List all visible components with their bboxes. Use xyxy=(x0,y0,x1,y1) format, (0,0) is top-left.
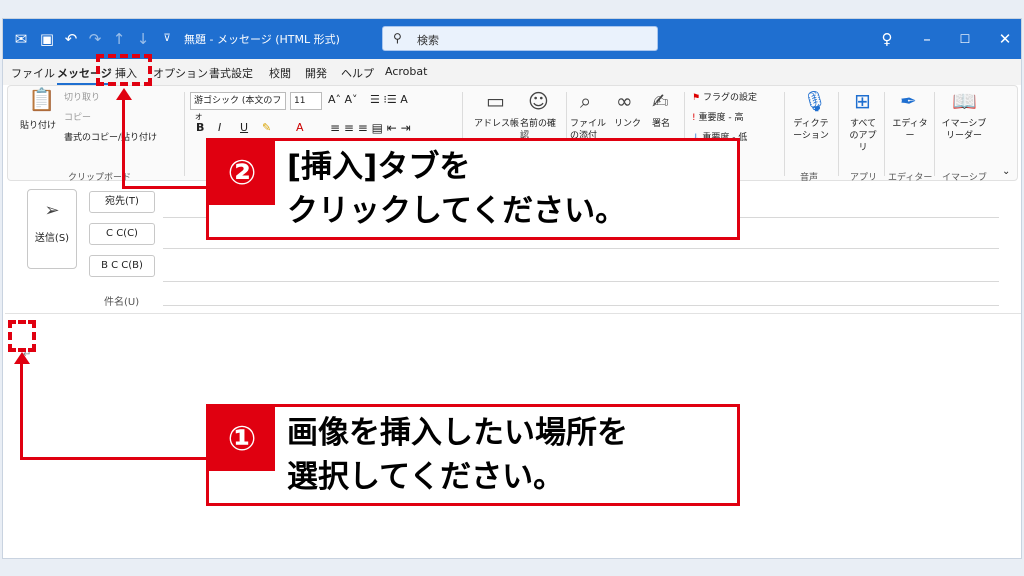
tab-review[interactable]: 校閲 xyxy=(269,65,291,81)
title-bar: ✉ ▣ ↶ ↷ ↑ ↓ ⊽ 無題 - メッセージ (HTML 形式) ⚲ 検索 … xyxy=(3,19,1021,59)
minimize-icon[interactable]: – xyxy=(917,29,937,49)
highlight-icon[interactable]: ✎ xyxy=(262,122,271,134)
up-icon[interactable]: ↑ xyxy=(109,29,129,49)
follow-up-label: フラグの設定 xyxy=(702,93,757,103)
copy-button[interactable]: コピー xyxy=(64,112,91,124)
flag-icon: ⚑ xyxy=(692,93,701,103)
tab-file[interactable]: ファイル xyxy=(11,65,55,81)
bcc-button[interactable]: B C C(B) xyxy=(89,255,155,277)
separator xyxy=(184,92,185,176)
body-separator xyxy=(5,313,1021,314)
connector-line xyxy=(122,186,208,189)
apps-grid-icon: ⊞ xyxy=(854,89,871,113)
editor-button[interactable]: エディター xyxy=(892,118,928,142)
bcc-field[interactable] xyxy=(163,281,999,282)
send-button[interactable]: ➢ 送信(S) xyxy=(27,189,77,269)
body-position-highlight xyxy=(8,320,36,352)
connector-line xyxy=(20,457,208,460)
cut-button[interactable]: 切り取り xyxy=(64,92,100,104)
search-placeholder: 検索 xyxy=(417,34,439,47)
connector-line xyxy=(20,362,23,459)
apps-group-label: アプリ xyxy=(850,173,878,183)
exclamation-icon: ! xyxy=(692,113,696,123)
step1-badge: ① xyxy=(209,407,275,471)
search-icon: ⚲ xyxy=(393,31,402,45)
tab-format-text[interactable]: 書式設定 xyxy=(209,65,253,81)
grow-font-icon[interactable]: A˄ A˅ xyxy=(328,94,358,106)
separator xyxy=(784,92,785,176)
subject-label: 件名(U) xyxy=(104,297,140,308)
maximize-icon[interactable]: ☐ xyxy=(955,29,975,49)
send-icon: ➢ xyxy=(44,200,60,221)
separator xyxy=(934,92,935,176)
immersive-group-label: イマーシブ xyxy=(942,173,987,183)
tab-acrobat[interactable]: Acrobat xyxy=(385,65,427,78)
check-names-icon: ☺ xyxy=(528,89,549,113)
high-importance-label: 重要度 - 高 xyxy=(698,113,744,123)
search-box[interactable]: ⚲ 検索 xyxy=(382,26,658,51)
connector-line xyxy=(122,98,125,188)
collapse-ribbon-icon[interactable]: ⌄ xyxy=(1002,166,1010,178)
high-importance-button[interactable]: ! 重要度 - 高 xyxy=(692,112,743,124)
paste-button[interactable]: 貼り付け xyxy=(20,120,56,132)
editor-group-label: エディター xyxy=(888,173,933,183)
cc-button[interactable]: C C(C) xyxy=(89,223,155,245)
font-name-dropdown[interactable]: 游ゴシック (本文のフォ xyxy=(190,92,286,122)
redo-icon[interactable]: ↷ xyxy=(85,29,105,49)
tab-options[interactable]: オプション xyxy=(153,65,208,81)
follow-up-button[interactable]: ⚑ フラグの設定 xyxy=(692,92,757,104)
subject-field[interactable] xyxy=(163,305,999,306)
insert-tab-highlight xyxy=(96,54,152,86)
step2-callout: ② [挿入]タブを クリックしてください。 xyxy=(206,138,740,240)
signature-icon: ✍ xyxy=(652,89,669,113)
down-icon[interactable]: ↓ xyxy=(133,29,153,49)
signature-button[interactable]: 署名 xyxy=(652,118,670,130)
customize-icon[interactable]: ⊽ xyxy=(157,29,177,49)
send-label: 送信(S) xyxy=(34,233,70,244)
immersive-reader-icon: 📖 xyxy=(952,89,977,113)
step1-callout: ① 画像を挿入したい場所を 選択してください。 xyxy=(206,404,740,506)
address-book-icon: ▭ xyxy=(486,89,505,113)
cc-field[interactable] xyxy=(163,248,999,249)
font-color-icon[interactable]: A xyxy=(296,122,304,134)
save-icon[interactable]: ▣ xyxy=(37,29,57,49)
align-icons[interactable]: ≡ ≡ ≡ ▤ ⇤ ⇥ xyxy=(330,122,411,134)
immersive-reader-button[interactable]: イマーシブリーダー xyxy=(940,118,988,142)
step2-badge: ② xyxy=(209,141,275,205)
link-icon: ∞ xyxy=(616,89,633,113)
separator xyxy=(838,92,839,176)
window-title: 無題 - メッセージ (HTML 形式) xyxy=(184,33,340,46)
tab-help[interactable]: ヘルプ xyxy=(341,65,374,81)
all-apps-button[interactable]: すべてのアプリ xyxy=(846,118,880,154)
dictate-button[interactable]: ディクテーション xyxy=(790,118,832,142)
to-button[interactable]: 宛先(T) xyxy=(89,191,155,213)
format-painter-button[interactable]: 書式のコピー/貼り付け xyxy=(64,132,157,144)
paperclip-icon: ⌕ xyxy=(580,89,592,113)
microphone-icon: 🎙 xyxy=(802,89,828,113)
lightbulb-icon[interactable]: ♀ xyxy=(877,29,897,49)
paste-icon: 📋 xyxy=(28,88,56,113)
font-size-dropdown[interactable]: 11 xyxy=(290,92,322,110)
ribbon-tabs: ファイル メッセージ 挿入 オプション 書式設定 校閲 開発 ヘルプ Acrob… xyxy=(3,59,1021,85)
bold-button[interactable]: B xyxy=(196,122,204,134)
tab-developer[interactable]: 開発 xyxy=(305,65,327,81)
step2-line1: [挿入]タブを xyxy=(287,149,471,185)
undo-icon[interactable]: ↶ xyxy=(61,29,81,49)
link-button[interactable]: リンク xyxy=(614,118,641,130)
step2-line2: クリックしてください。 xyxy=(287,193,627,229)
address-book-button[interactable]: アドレス帳 xyxy=(474,118,519,130)
italic-button[interactable]: I xyxy=(218,122,221,134)
list-icons[interactable]: ☰ ⁝☰ A xyxy=(370,94,408,106)
separator xyxy=(884,92,885,176)
step1-line2: 選択してください。 xyxy=(287,459,565,495)
editor-pen-icon: ✒ xyxy=(900,89,917,113)
voice-group-label: 音声 xyxy=(800,173,819,183)
close-icon[interactable]: ✕ xyxy=(995,29,1015,49)
outlook-app-icon: ✉ xyxy=(14,30,28,48)
step1-line1: 画像を挿入したい場所を xyxy=(287,415,628,451)
underline-button[interactable]: U xyxy=(240,122,248,134)
